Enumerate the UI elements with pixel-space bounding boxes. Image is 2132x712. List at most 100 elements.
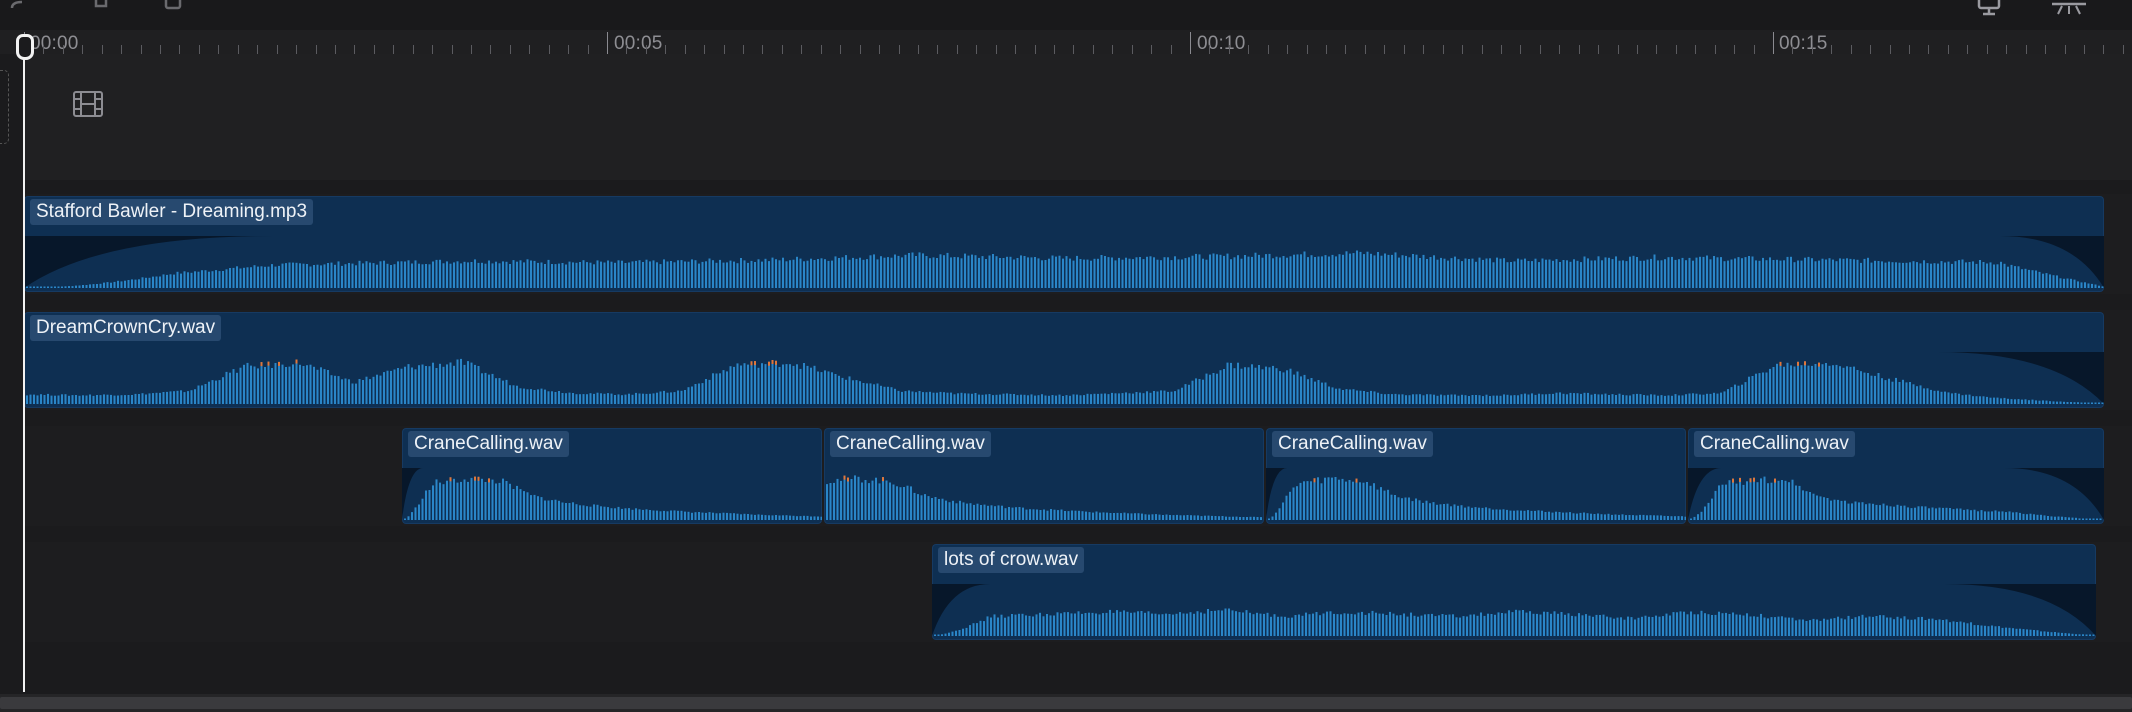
waveform-bar [1069,258,1071,288]
waveform-bar [1298,614,1300,636]
waveform-bar [1793,262,1796,288]
waveform-bar [810,367,812,404]
waveform-bar [425,366,427,404]
video-track[interactable] [24,54,2132,180]
waveform-bar [519,388,522,404]
monitor-icon[interactable] [1975,0,2005,16]
waveform-bar [1485,394,1488,404]
waveform-bar [481,478,483,520]
waveform-bar [1361,611,1363,636]
waveform-bar [1763,617,1766,636]
waveform-bar [939,391,942,404]
waveform-bar [369,262,371,288]
waveform-bar [1720,392,1722,404]
audio-clip[interactable]: CraneCalling.wav [1266,428,1686,524]
waveform-bar [1975,396,1978,404]
waveform-bar [593,504,595,520]
waveform-bar [1072,260,1075,288]
waveform-bar [386,263,389,288]
track-collapse-handle[interactable] [0,70,9,144]
waveform-bar [897,255,900,288]
delete-icon[interactable] [160,0,190,16]
clipping-peak [449,477,452,482]
waveform-bar [1149,392,1152,404]
waveform-bar [2017,399,2020,404]
waveform-bar [1205,373,1208,404]
clipping-peak [1313,478,1316,483]
waveform-bar [2054,516,2056,520]
split-icon[interactable] [88,0,118,16]
undo-icon[interactable] [4,0,34,16]
waveform-bar [1655,615,1657,636]
audio-clip[interactable]: lots of crow.wav [932,544,2096,640]
waveform-bar [64,286,67,288]
waveform-bar [1132,393,1134,404]
waveform-bar [2003,263,2006,288]
audio-clip[interactable]: CraneCalling.wav [824,428,1264,524]
waveform-bar [1342,254,1344,288]
waveform-bar [1611,514,1613,520]
ruler-tick [626,45,627,54]
waveform-bar [701,383,704,404]
audio-clip[interactable]: CraneCalling.wav [402,428,822,524]
waveform-bar [1025,615,1027,636]
ruler-tick [1831,45,1832,54]
toolbar [0,0,2132,31]
waveform-bar [843,475,846,520]
clipping-peak [1818,362,1820,367]
waveform-bar [1800,365,1803,404]
waveform-bar [1489,396,1491,404]
waveform-bar [1272,365,1274,404]
waveform-bar [941,498,944,520]
waveform-bar [516,385,518,404]
audio-clip[interactable]: CraneCalling.wav [1688,428,2104,524]
scrollbar-thumb[interactable] [0,697,2132,709]
waveform-bar [1742,484,1745,520]
waveform-bar [439,259,441,288]
waveform-bar [628,393,630,404]
presentation-icon[interactable] [2050,0,2090,16]
time-ruler[interactable]: 00:00 00:05 00:10 00:15 [0,30,2132,54]
waveform-bar [1331,477,1333,520]
playhead-handle[interactable] [16,34,34,60]
waveform-bar [2082,634,2084,636]
waveform-bar [673,392,676,404]
waveform-bar [1779,260,1782,288]
waveform-bar [1429,394,1432,404]
waveform-bar [1709,259,1712,288]
waveform-bar [1681,395,1684,404]
waveform-bar [442,366,445,404]
audio-clip[interactable]: Stafford Bawler - Dreaming.mp3 [24,196,2104,292]
waveform-bar [1797,361,1799,404]
waveform-bar [593,264,595,288]
waveform-bar [680,390,683,404]
waveform-bar [1592,616,1594,636]
waveform-bar [2082,518,2084,520]
waveform-bar [1858,502,1860,520]
horizontal-scrollbar[interactable] [0,694,2132,712]
waveform-bar [1634,619,1636,636]
clipping-peak [278,361,280,366]
audio-clip[interactable]: DreamCrownCry.wav [24,312,2104,408]
waveform-bar [1034,257,1036,288]
waveform-bar [1223,255,1225,288]
waveform-bar [2091,402,2093,404]
waveform-bar [1657,395,1659,404]
waveform-bar [1382,613,1384,636]
waveform-bar [1266,612,1269,636]
waveform-bar [687,261,690,288]
waveform-bar [1615,256,1617,288]
ruler-tick [1987,45,1988,54]
waveform-bar [1307,257,1309,288]
waveform-bar [1053,509,1056,520]
waveform-bar [726,262,728,288]
waveform-bar [152,393,154,404]
waveform-bar [1404,497,1407,520]
waveform-bar [652,510,655,520]
waveform-bar [1279,257,1281,288]
waveform-bar [2078,518,2081,520]
waveform-bar [1804,361,1806,404]
waveform-bar [901,391,903,404]
waveform-bar [61,286,63,288]
waveform-bar [1369,485,1372,520]
